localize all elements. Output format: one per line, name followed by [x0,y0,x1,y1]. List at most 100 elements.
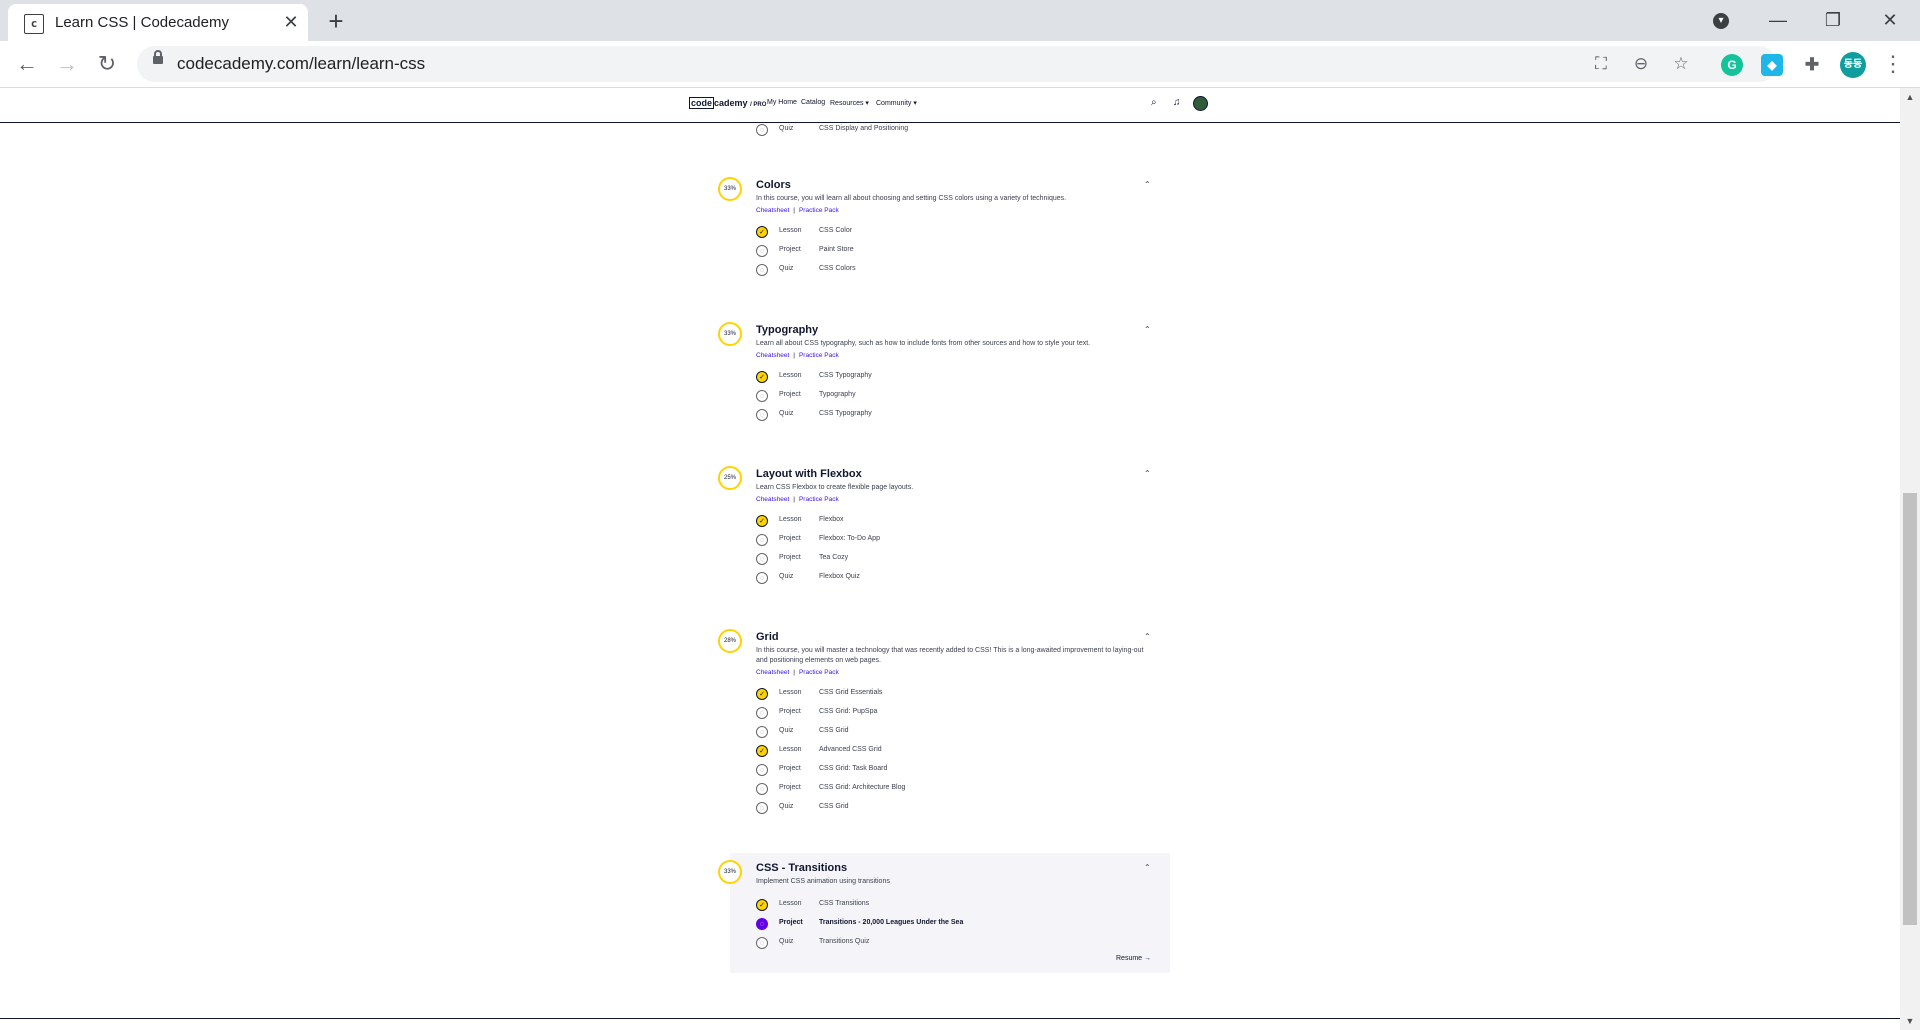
item-name: Flexbox Quiz [819,573,860,580]
codecademy-logo[interactable]: code cademy / PRO [689,97,766,109]
restore-button[interactable]: ❐ [1813,6,1853,34]
item-type: Lesson [779,516,802,523]
browser-menu-icon[interactable]: ⋮ [1878,49,1908,79]
extensions-puzzle-icon[interactable]: ✚ [1801,54,1823,76]
page-scrollbar[interactable]: ▲ ▼ [1900,88,1920,1030]
list-item[interactable]: ◌ Project Flexbox: To-Do App [756,534,1116,546]
link-separator: | [793,207,795,214]
nav-resources[interactable]: Resources ▾ [830,99,869,107]
list-item[interactable]: ✓ Lesson CSS Grid Essentials [756,688,1116,700]
list-item[interactable]: ◌ Project Paint Store [756,245,1116,257]
link-cheatsheet[interactable]: Cheatsheet [756,352,789,359]
module-links: Cheatsheet | Practice Pack [756,207,839,214]
tab-search-icon[interactable]: ▾ [1701,6,1741,34]
nav-my-home[interactable]: My Home [767,99,797,106]
search-icon[interactable]: ⌕ [1151,97,1157,108]
list-item[interactable]: ✓ Lesson CSS Color [756,226,1116,238]
list-item[interactable]: ◌ Quiz Flexbox Quiz [756,572,1116,584]
module-description: Implement CSS animation using transition… [756,878,890,885]
browser-tab[interactable]: c Learn CSS | Codecademy ✕ [8,4,308,41]
incomplete-icon: ◌ [756,534,768,546]
link-cheatsheet[interactable]: Cheatsheet [756,207,789,214]
list-item[interactable]: ◌ Project CSS Grid: Architecture Blog [756,783,1116,795]
list-item[interactable]: ◌ Project CSS Grid: PupSpa [756,707,1116,719]
tab-title: Learn CSS | Codecademy [55,14,229,31]
incomplete-icon: ◌ [756,937,768,949]
url-text[interactable]: codecademy.com/learn/learn-css [177,54,425,74]
incomplete-icon: ◌ [756,124,768,136]
list-item[interactable]: ◌ Quiz Transitions Quiz [756,937,1116,949]
module-title[interactable]: Typography [756,324,818,336]
item-type: Project [779,784,801,791]
item-name: CSS Grid [819,727,849,734]
list-item[interactable]: ◌ Quiz CSS Grid [756,726,1116,738]
module-title[interactable]: Colors [756,179,791,191]
nav-catalog[interactable]: Catalog [801,99,825,106]
lock-icon[interactable] [153,50,163,64]
chevron-up-icon[interactable]: ⌃ [1144,469,1151,478]
grammarly-extension-icon[interactable]: G [1721,54,1743,76]
list-item[interactable]: ✓ Lesson Flexbox [756,515,1116,527]
nav-community[interactable]: Community ▾ [876,99,917,107]
item-type: Project [779,554,801,561]
link-practice-pack[interactable]: Practice Pack [799,352,839,359]
chevron-up-icon[interactable]: ⌃ [1144,632,1151,641]
user-avatar[interactable] [1193,96,1208,111]
link-practice-pack[interactable]: Practice Pack [799,207,839,214]
close-window-button[interactable]: ✕ [1870,6,1910,34]
zoom-icon[interactable]: ⊖ [1629,52,1653,76]
list-item[interactable]: ◌ Project Transitions - 20,000 Leagues Und… [756,918,1116,930]
resume-link[interactable]: Resume → [1116,955,1151,962]
translate-icon[interactable]: ⛶ [1589,52,1613,76]
tab-close-icon[interactable]: ✕ [280,11,302,33]
link-cheatsheet[interactable]: Cheatsheet [756,669,789,676]
complete-check-icon: ✓ [756,515,768,527]
chevron-up-icon[interactable]: ⌃ [1144,180,1151,189]
link-separator: | [793,669,795,676]
list-item[interactable]: ◌ Quiz CSS Grid [756,802,1116,814]
address-bar[interactable]: codecademy.com/learn/learn-css ⛶ ⊖ ☆ [137,46,1777,82]
new-tab-button[interactable]: + [322,8,350,36]
bookmark-star-icon[interactable]: ☆ [1669,52,1693,76]
item-type: Lesson [779,689,802,696]
back-icon[interactable]: ← [12,49,42,79]
list-item[interactable]: ◌ Quiz CSS Display and Positioning [756,124,1116,136]
incomplete-icon: ◌ [756,783,768,795]
incomplete-icon: ◌ [756,264,768,276]
list-item[interactable]: ◌ Project CSS Grid: Task Board [756,764,1116,776]
item-type: Quiz [779,573,794,580]
scroll-thumb[interactable] [1903,493,1917,925]
link-practice-pack[interactable]: Practice Pack [799,669,839,676]
list-item[interactable]: ✓ Lesson Advanced CSS Grid [756,745,1116,757]
module-title[interactable]: CSS - Transitions [756,862,847,874]
minimize-button[interactable]: — [1758,6,1798,34]
list-item[interactable]: ✓ Lesson CSS Transitions [756,899,1116,911]
scroll-down-icon[interactable]: ▼ [1900,1012,1920,1030]
link-practice-pack[interactable]: Practice Pack [799,496,839,503]
list-item[interactable]: ◌ Quiz CSS Typography [756,409,1116,421]
incomplete-icon: ◌ [756,390,768,402]
list-item[interactable]: ✓ Lesson CSS Typography [756,371,1116,383]
item-type: Lesson [779,746,802,753]
module-title[interactable]: Grid [756,631,779,643]
link-cheatsheet[interactable]: Cheatsheet [756,496,789,503]
item-name: Transitions Quiz [819,938,870,945]
item-type: Quiz [779,125,794,132]
chevron-up-icon[interactable]: ⌃ [1144,325,1151,334]
reload-icon[interactable]: ↻ [92,49,122,79]
item-name: CSS Grid Essentials [819,689,883,696]
list-item[interactable]: ◌ Project Typography [756,390,1116,402]
forward-icon[interactable]: → [52,49,82,79]
item-name: Advanced CSS Grid [819,746,882,753]
incomplete-icon: ◌ [756,707,768,719]
incomplete-icon: ◌ [756,409,768,421]
list-item[interactable]: ◌ Project Tea Cozy [756,553,1116,565]
notifications-bell-icon[interactable]: ♫ [1173,97,1181,108]
scroll-up-icon[interactable]: ▲ [1900,88,1920,106]
chevron-up-icon[interactable]: ⌃ [1144,863,1151,872]
list-item[interactable]: ◌ Quiz CSS Colors [756,264,1116,276]
extension-blue-icon[interactable]: ◆ [1761,54,1783,76]
module-title[interactable]: Layout with Flexbox [756,468,862,480]
profile-avatar[interactable]: 동동 [1840,52,1866,78]
item-name: CSS Grid: Architecture Blog [819,784,906,791]
